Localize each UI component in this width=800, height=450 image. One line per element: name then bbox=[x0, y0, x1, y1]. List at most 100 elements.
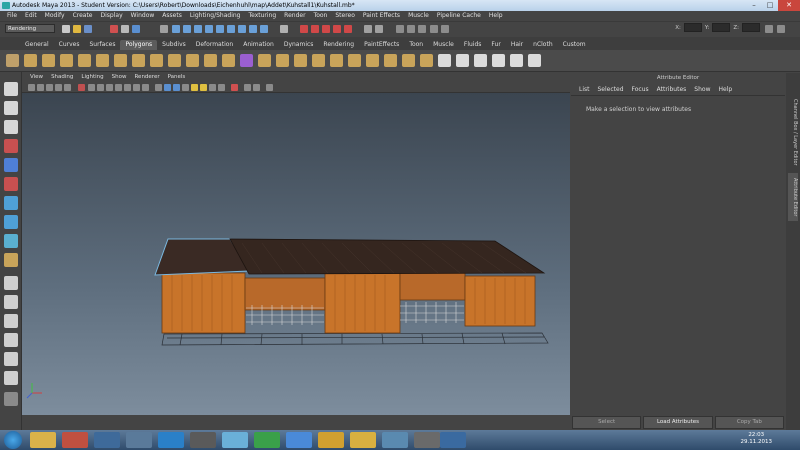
construction-history-icon[interactable] bbox=[375, 25, 383, 33]
menu-display[interactable]: Display bbox=[97, 11, 127, 21]
spherical-mapping-icon[interactable] bbox=[474, 54, 487, 67]
viewport-menu-view[interactable]: View bbox=[26, 73, 47, 82]
toolbox-arrow-icon[interactable] bbox=[4, 392, 18, 406]
mask-icon[interactable] bbox=[160, 25, 168, 33]
universal-manipulator-icon[interactable] bbox=[4, 196, 18, 210]
outliner-layout-icon[interactable] bbox=[4, 371, 18, 385]
menu-file[interactable]: File bbox=[3, 11, 21, 21]
shelf-tab-curves[interactable]: Curves bbox=[54, 40, 85, 50]
four-view-layout-icon[interactable] bbox=[4, 295, 18, 309]
poly-sphere-icon[interactable] bbox=[6, 54, 19, 67]
render-settings-icon[interactable] bbox=[418, 25, 426, 33]
hypershade-layout-icon[interactable] bbox=[4, 352, 18, 366]
bookmarks-icon[interactable] bbox=[46, 84, 53, 91]
app-icon[interactable] bbox=[94, 432, 120, 448]
scale-tool-icon[interactable] bbox=[4, 177, 18, 191]
separate-icon[interactable] bbox=[204, 54, 217, 67]
attribute-editor-tab[interactable]: Attribute Editor bbox=[788, 173, 798, 221]
shelf-tab-general[interactable]: General bbox=[20, 40, 54, 50]
shelf-tab-rendering[interactable]: Rendering bbox=[318, 40, 359, 50]
select-render-icon[interactable] bbox=[249, 25, 257, 33]
select-dynamic-icon[interactable] bbox=[238, 25, 246, 33]
camera-attributes-icon[interactable] bbox=[37, 84, 44, 91]
menu-set-dropdown[interactable]: Rendering bbox=[5, 24, 55, 33]
new-scene-icon[interactable] bbox=[62, 25, 70, 33]
ae-menu-focus[interactable]: Focus bbox=[628, 83, 653, 95]
shelf-tab-surfaces[interactable]: Surfaces bbox=[84, 40, 120, 50]
poly-helix-icon[interactable] bbox=[168, 54, 181, 67]
select-deformer-icon[interactable] bbox=[227, 25, 235, 33]
menu-texturing[interactable]: Texturing bbox=[244, 11, 280, 21]
maya-taskbar-icon[interactable] bbox=[440, 432, 466, 448]
poly-cube-icon[interactable] bbox=[24, 54, 37, 67]
motion-blur-icon[interactable] bbox=[218, 84, 225, 91]
shelf-tab-custom[interactable]: Custom bbox=[558, 40, 591, 50]
extrude-icon[interactable] bbox=[258, 54, 271, 67]
select-curve-icon[interactable] bbox=[205, 25, 213, 33]
film-gate-icon[interactable] bbox=[97, 84, 104, 91]
select-component-icon[interactable] bbox=[132, 25, 140, 33]
select-tool-icon[interactable] bbox=[4, 82, 18, 96]
resolution-gate-icon[interactable] bbox=[106, 84, 113, 91]
poly-cone-icon[interactable] bbox=[60, 54, 73, 67]
app-icon[interactable] bbox=[318, 432, 344, 448]
wireframe-icon[interactable] bbox=[155, 84, 162, 91]
paint-select-tool-icon[interactable] bbox=[4, 120, 18, 134]
select-button[interactable]: Select bbox=[572, 416, 642, 429]
planar-mapping-icon[interactable] bbox=[438, 54, 451, 67]
maximize-button[interactable]: □ bbox=[762, 0, 778, 11]
app-icon[interactable] bbox=[190, 432, 216, 448]
viewport-menu-panels[interactable]: Panels bbox=[164, 73, 190, 82]
show-hide-tool-settings-icon[interactable] bbox=[777, 25, 785, 33]
chrome-icon[interactable] bbox=[350, 432, 376, 448]
bridge-icon[interactable] bbox=[276, 54, 289, 67]
poly-pyramid-icon[interactable] bbox=[132, 54, 145, 67]
move-tool-icon[interactable] bbox=[4, 139, 18, 153]
input-line-icon[interactable] bbox=[441, 25, 449, 33]
x-ray-joints-icon[interactable] bbox=[253, 84, 260, 91]
select-camera-icon[interactable] bbox=[28, 84, 35, 91]
perspective-viewport[interactable] bbox=[22, 93, 570, 415]
append-polygon-icon[interactable] bbox=[294, 54, 307, 67]
combine-icon[interactable] bbox=[186, 54, 199, 67]
x-field[interactable] bbox=[683, 23, 702, 32]
use-all-lights-icon[interactable] bbox=[191, 84, 198, 91]
automatic-mapping-icon[interactable] bbox=[492, 54, 505, 67]
poly-cylinder-icon[interactable] bbox=[42, 54, 55, 67]
menu-window[interactable]: Window bbox=[127, 11, 159, 21]
shelf-tab-deformation[interactable]: Deformation bbox=[191, 40, 238, 50]
menu-create[interactable]: Create bbox=[69, 11, 97, 21]
show-hide-attribute-editor-icon[interactable] bbox=[765, 25, 773, 33]
offset-edge-loop-icon[interactable] bbox=[348, 54, 361, 67]
internet-explorer-icon[interactable] bbox=[158, 432, 184, 448]
wireframe-on-shaded-icon[interactable] bbox=[173, 84, 180, 91]
menu-toon[interactable]: Toon bbox=[310, 11, 332, 21]
safe-action-icon[interactable] bbox=[133, 84, 140, 91]
single-perspective-layout-icon[interactable] bbox=[4, 276, 18, 290]
viewport-menu-lighting[interactable]: Lighting bbox=[77, 73, 107, 82]
smooth-shade-icon[interactable] bbox=[164, 84, 171, 91]
menu-modify[interactable]: Modify bbox=[41, 11, 69, 21]
render-current-frame-icon[interactable] bbox=[396, 25, 404, 33]
shelf-tab-polygons[interactable]: Polygons bbox=[120, 40, 158, 50]
isolate-select-icon[interactable] bbox=[231, 84, 238, 91]
menu-pipeline-cache[interactable]: Pipeline Cache bbox=[433, 11, 485, 21]
menu-render[interactable]: Render bbox=[280, 11, 309, 21]
shelf-tab-fur[interactable]: Fur bbox=[486, 40, 505, 50]
menu-help[interactable]: Help bbox=[485, 11, 507, 21]
shelf-tab-fluids[interactable]: Fluids bbox=[459, 40, 487, 50]
rotate-tool-icon[interactable] bbox=[4, 158, 18, 172]
x-ray-icon[interactable] bbox=[244, 84, 251, 91]
show-manipulator-icon[interactable] bbox=[4, 234, 18, 248]
delete-edge-icon[interactable] bbox=[420, 54, 433, 67]
app-icon[interactable] bbox=[222, 432, 248, 448]
ae-menu-help[interactable]: Help bbox=[714, 83, 736, 95]
shadows-icon[interactable] bbox=[200, 84, 207, 91]
app-icon[interactable] bbox=[382, 432, 408, 448]
shelf-tab-subdivs[interactable]: Subdivs bbox=[157, 40, 191, 50]
channel-box-tab[interactable]: Channel Box / Layer Editor bbox=[788, 97, 798, 167]
select-hierarchy-icon[interactable] bbox=[110, 25, 118, 33]
shelf-tab-toon[interactable]: Toon bbox=[404, 40, 428, 50]
bevel-icon[interactable] bbox=[366, 54, 379, 67]
menu-assets[interactable]: Assets bbox=[158, 11, 186, 21]
